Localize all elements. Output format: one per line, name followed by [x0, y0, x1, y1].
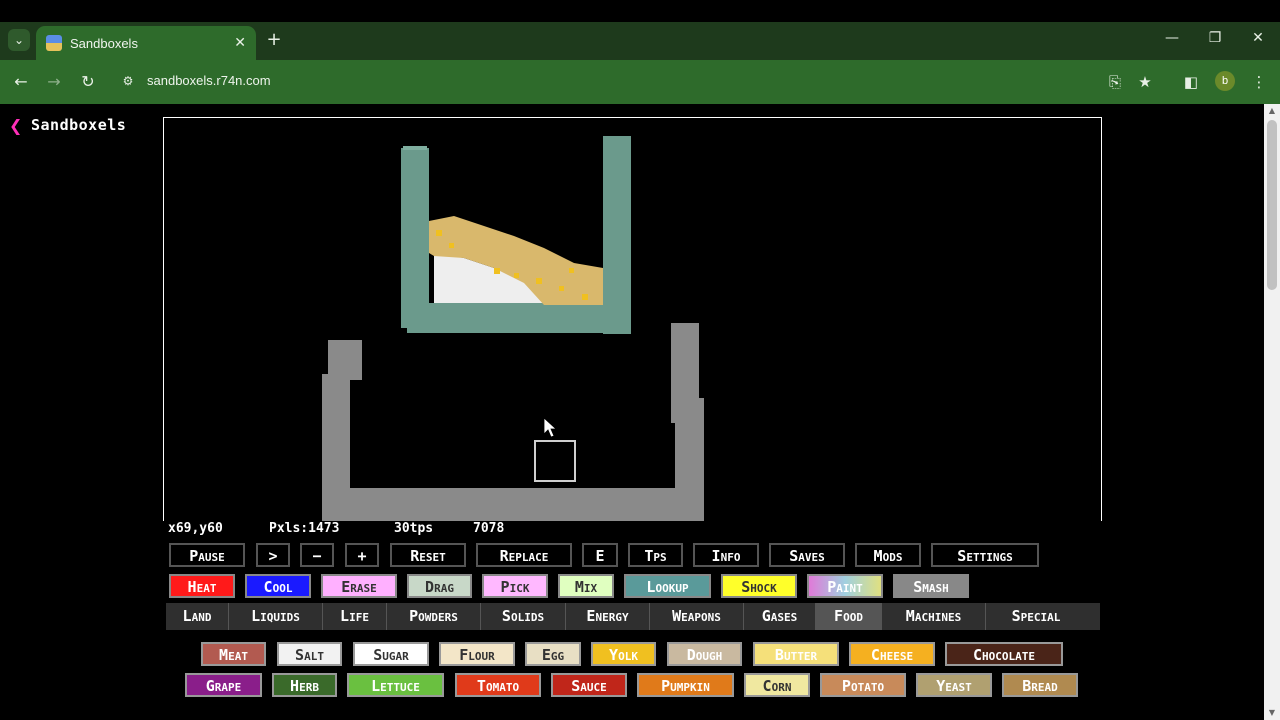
profile-avatar[interactable]: b — [1215, 71, 1235, 91]
tab-title: Sandboxels — [70, 35, 138, 51]
tool-cool-button[interactable]: Cool — [245, 574, 311, 598]
brush-smaller-button[interactable]: − — [300, 543, 334, 567]
tab-close-icon[interactable]: ✕ — [234, 35, 246, 51]
element-flour-button[interactable]: Flour — [439, 642, 515, 666]
simulation-canvas[interactable] — [163, 117, 1102, 521]
element-pumpkin-button[interactable]: Pumpkin — [637, 673, 734, 697]
tab-gases[interactable]: Gases — [744, 603, 816, 630]
tab-weapons[interactable]: Weapons — [650, 603, 744, 630]
tps-readout: 30tps — [394, 521, 434, 536]
tool-erase-button[interactable]: Erase — [321, 574, 397, 598]
reset-button[interactable]: Reset — [390, 543, 466, 567]
tab-search-chevron-icon[interactable]: ⌄ — [8, 29, 30, 51]
menu-kebab-icon[interactable]: ⋮ — [1248, 71, 1270, 93]
new-tab-plus-icon[interactable]: + — [264, 30, 284, 50]
pause-button[interactable]: Pause — [169, 543, 245, 567]
side-panel-icon[interactable]: ◧ — [1180, 71, 1202, 93]
back-chevron-icon[interactable]: ❮ — [9, 116, 22, 135]
element-salt-button[interactable]: Salt — [277, 642, 342, 666]
page-scrollbar[interactable]: ▲ ▼ — [1264, 104, 1280, 720]
sandboxels-favicon-icon — [46, 35, 62, 51]
install-app-icon[interactable]: ⎘ — [1104, 71, 1126, 93]
element-potato-button[interactable]: Potato — [820, 673, 906, 697]
saves-button[interactable]: Saves — [769, 543, 845, 567]
tps-button[interactable]: Tps — [628, 543, 683, 567]
tab-life[interactable]: Life — [323, 603, 387, 630]
tool-heat-button[interactable]: Heat — [169, 574, 235, 598]
address-bar-url[interactable]: sandboxels.r74n.com — [147, 73, 271, 88]
tab-land[interactable]: Land — [166, 603, 229, 630]
close-window-icon[interactable]: ✕ — [1246, 30, 1270, 46]
element-sugar-button[interactable]: Sugar — [353, 642, 429, 666]
scroll-down-arrow-icon[interactable]: ▼ — [1264, 706, 1280, 720]
forward-arrow-icon[interactable]: → — [42, 70, 66, 94]
tool-mix-button[interactable]: Mix — [558, 574, 614, 598]
element-corn-button[interactable]: Corn — [744, 673, 810, 697]
element-herb-button[interactable]: Herb — [272, 673, 337, 697]
element-yeast-button[interactable]: Yeast — [916, 673, 992, 697]
step-button[interactable]: > — [256, 543, 290, 567]
element-egg-button[interactable]: Egg — [525, 642, 581, 666]
element-search-button[interactable]: E — [582, 543, 618, 567]
element-bread-button[interactable]: Bread — [1002, 673, 1078, 697]
tab-special[interactable]: Special — [986, 603, 1086, 630]
scrollbar-thumb[interactable] — [1267, 120, 1277, 290]
category-bar: Land Liquids Life Powders Solids Energy … — [166, 603, 1100, 630]
site-info-icon[interactable]: ⚙ — [120, 73, 136, 89]
element-lettuce-button[interactable]: Lettuce — [347, 673, 444, 697]
tab-food[interactable]: Food — [816, 603, 882, 630]
back-arrow-icon[interactable]: ← — [9, 70, 33, 94]
tool-lookup-button[interactable]: Lookup — [624, 574, 711, 598]
browser-tab[interactable]: Sandboxels ✕ — [36, 26, 256, 60]
tab-liquids[interactable]: Liquids — [229, 603, 323, 630]
tab-machines[interactable]: Machines — [882, 603, 986, 630]
element-chocolate-button[interactable]: Chocolate — [945, 642, 1063, 666]
element-dough-button[interactable]: Dough — [667, 642, 742, 666]
site-title[interactable]: Sandboxels — [31, 116, 126, 134]
element-sauce-button[interactable]: Sauce — [551, 673, 627, 697]
tab-solids[interactable]: Solids — [481, 603, 566, 630]
mods-button[interactable]: Mods — [855, 543, 921, 567]
tab-energy[interactable]: Energy — [566, 603, 650, 630]
brush-larger-button[interactable]: + — [345, 543, 379, 567]
element-butter-button[interactable]: Butter — [753, 642, 839, 666]
pixel-count: Pxls:1473 — [269, 521, 340, 536]
pixel-world — [322, 136, 704, 521]
cursor-coords: x69,y60 — [168, 521, 223, 536]
tab-powders[interactable]: Powders — [387, 603, 481, 630]
tool-pick-button[interactable]: Pick — [482, 574, 548, 598]
stone-container — [322, 323, 704, 521]
element-meat-button[interactable]: Meat — [201, 642, 266, 666]
bookmark-star-icon[interactable]: ★ — [1134, 71, 1156, 93]
info-button[interactable]: Info — [693, 543, 759, 567]
tool-paint-button[interactable]: Paint — [807, 574, 883, 598]
replace-button[interactable]: Replace — [476, 543, 572, 567]
scroll-up-arrow-icon[interactable]: ▲ — [1264, 104, 1280, 118]
element-tomato-button[interactable]: Tomato — [455, 673, 541, 697]
restore-icon[interactable]: ❐ — [1203, 30, 1227, 46]
reload-icon[interactable]: ↻ — [76, 70, 100, 94]
settings-button[interactable]: Settings — [931, 543, 1039, 567]
tool-smash-button[interactable]: Smash — [893, 574, 969, 598]
tick-count: 7078 — [473, 521, 505, 536]
element-grape-button[interactable]: Grape — [185, 673, 262, 697]
element-yolk-button[interactable]: Yolk — [591, 642, 656, 666]
tool-drag-button[interactable]: Drag — [407, 574, 472, 598]
minimize-icon[interactable]: — — [1160, 30, 1184, 46]
element-cheese-button[interactable]: Cheese — [849, 642, 935, 666]
mouse-cursor-icon — [543, 417, 558, 438]
tool-shock-button[interactable]: Shock — [721, 574, 797, 598]
brush-outline — [534, 440, 576, 482]
